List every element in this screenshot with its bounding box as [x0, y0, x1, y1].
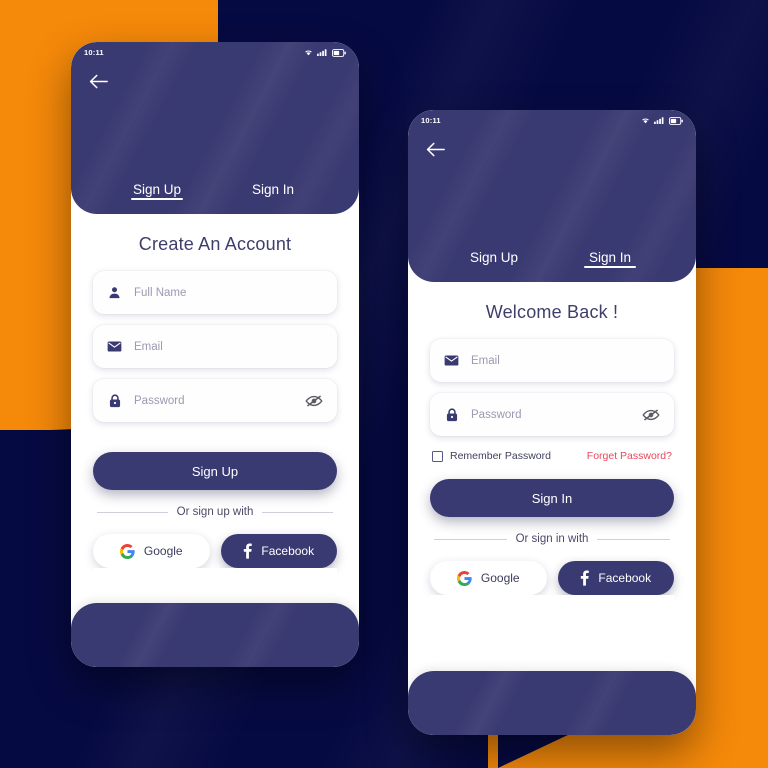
- battery-icon: [332, 48, 346, 57]
- facebook-sign-up-label: Facebook: [261, 544, 315, 558]
- divider-line-left: [434, 538, 507, 540]
- signup-phone-mockup: 10:11 Sign Up Sign In Create An Account: [71, 42, 359, 667]
- back-button[interactable]: [85, 68, 111, 94]
- password-placeholder: Password: [134, 394, 185, 407]
- back-button[interactable]: [422, 136, 448, 162]
- google-sign-up-label: Google: [143, 544, 183, 558]
- signup-bottom-bar: [71, 603, 359, 667]
- sign-in-button-label: Sign In: [531, 490, 573, 506]
- signin-form-body: Welcome Back ! Email Password Remember P…: [408, 282, 696, 671]
- password-field[interactable]: Password: [93, 379, 337, 422]
- signin-bottom-bar: [408, 671, 696, 735]
- tab-sign-in-label: Sign In: [588, 250, 632, 265]
- wifi-icon: [305, 50, 312, 56]
- signup-social-buttons: Google Facebook: [93, 534, 337, 568]
- signin-body-spacer: [430, 595, 674, 671]
- full-name-field[interactable]: Full Name: [93, 271, 337, 314]
- signin-page-title: Welcome Back !: [485, 302, 619, 322]
- sign-in-button[interactable]: Sign In: [430, 479, 674, 517]
- status-bar-time: 10:11: [421, 116, 441, 125]
- status-bar-time: 10:11: [84, 48, 104, 57]
- google-g-icon: [456, 570, 472, 586]
- lock-icon: [106, 393, 123, 408]
- eye-off-icon[interactable]: [304, 394, 324, 408]
- signup-header: 10:11 Sign Up Sign In: [71, 42, 359, 214]
- envelope-icon: [443, 355, 460, 366]
- checkbox-box-icon: [432, 450, 443, 462]
- signin-options-row: Remember Password Forget Password?: [432, 450, 672, 462]
- facebook-sign-in-label: Facebook: [598, 571, 652, 585]
- facebook-sign-in-button[interactable]: Facebook: [557, 561, 674, 595]
- sign-up-button-label: Sign Up: [191, 463, 239, 479]
- google-sign-up-button[interactable]: Google: [93, 534, 210, 568]
- envelope-icon: [106, 341, 123, 352]
- signup-divider: Or sign up with: [97, 506, 334, 518]
- divider-line-right: [597, 538, 671, 540]
- password-field[interactable]: Password: [430, 393, 674, 436]
- facebook-f-icon: [244, 543, 253, 559]
- divider-line-right: [262, 511, 334, 513]
- email-field[interactable]: Email: [430, 339, 674, 382]
- email-placeholder: Email: [471, 354, 500, 367]
- tab-sign-in[interactable]: Sign In: [552, 250, 668, 268]
- signin-phone-mockup: 10:11 Sign Up Sign In Welcome Back ! Ema…: [408, 110, 696, 735]
- tab-sign-up[interactable]: Sign Up: [436, 250, 552, 268]
- divider-label: Or sign up with: [176, 506, 254, 518]
- tab-sign-up-label: Sign Up: [132, 182, 182, 197]
- forgot-password-link[interactable]: Forget Password?: [587, 450, 672, 462]
- sign-up-button[interactable]: Sign Up: [93, 452, 337, 490]
- cellular-signal-icon: [654, 117, 664, 124]
- divider-label: Or sign in with: [515, 533, 589, 545]
- google-sign-in-label: Google: [480, 571, 520, 585]
- status-bar: 10:11: [71, 42, 359, 57]
- status-bar-icons: [304, 48, 346, 57]
- cellular-signal-icon: [317, 49, 327, 56]
- google-g-icon: [119, 543, 135, 559]
- back-arrow-icon: [426, 142, 445, 156]
- back-arrow-icon: [89, 74, 108, 88]
- facebook-f-icon: [581, 570, 590, 586]
- signup-page-title: Create An Account: [138, 234, 292, 254]
- signup-form-body: Create An Account Full Name Email Passwo…: [71, 214, 359, 603]
- remember-password-label: Remember Password: [450, 450, 551, 462]
- tab-sign-in[interactable]: Sign In: [215, 182, 331, 200]
- tab-sign-up-label: Sign Up: [469, 250, 519, 265]
- password-placeholder: Password: [471, 408, 522, 421]
- full-name-placeholder: Full Name: [134, 286, 187, 299]
- eye-off-icon[interactable]: [641, 408, 661, 422]
- divider-line-left: [97, 511, 168, 513]
- google-sign-in-button[interactable]: Google: [430, 561, 547, 595]
- email-placeholder: Email: [134, 340, 163, 353]
- signup-tabs: Sign Up Sign In: [71, 182, 359, 214]
- remember-password-checkbox[interactable]: Remember Password: [432, 450, 551, 462]
- email-field[interactable]: Email: [93, 325, 337, 368]
- status-bar-icons: [641, 116, 683, 125]
- signin-divider: Or sign in with: [434, 533, 671, 545]
- facebook-sign-up-button[interactable]: Facebook: [220, 534, 337, 568]
- signin-header: 10:11 Sign Up Sign In: [408, 110, 696, 282]
- wifi-icon: [642, 118, 649, 124]
- lock-icon: [443, 407, 460, 422]
- signin-social-buttons: Google Facebook: [430, 561, 674, 595]
- person-icon: [106, 286, 123, 299]
- signin-tabs: Sign Up Sign In: [408, 250, 696, 282]
- tab-sign-up[interactable]: Sign Up: [99, 182, 215, 200]
- signup-body-spacer: [93, 568, 337, 603]
- status-bar: 10:11: [408, 110, 696, 125]
- tab-sign-in-label: Sign In: [251, 182, 295, 197]
- battery-icon: [669, 116, 683, 125]
